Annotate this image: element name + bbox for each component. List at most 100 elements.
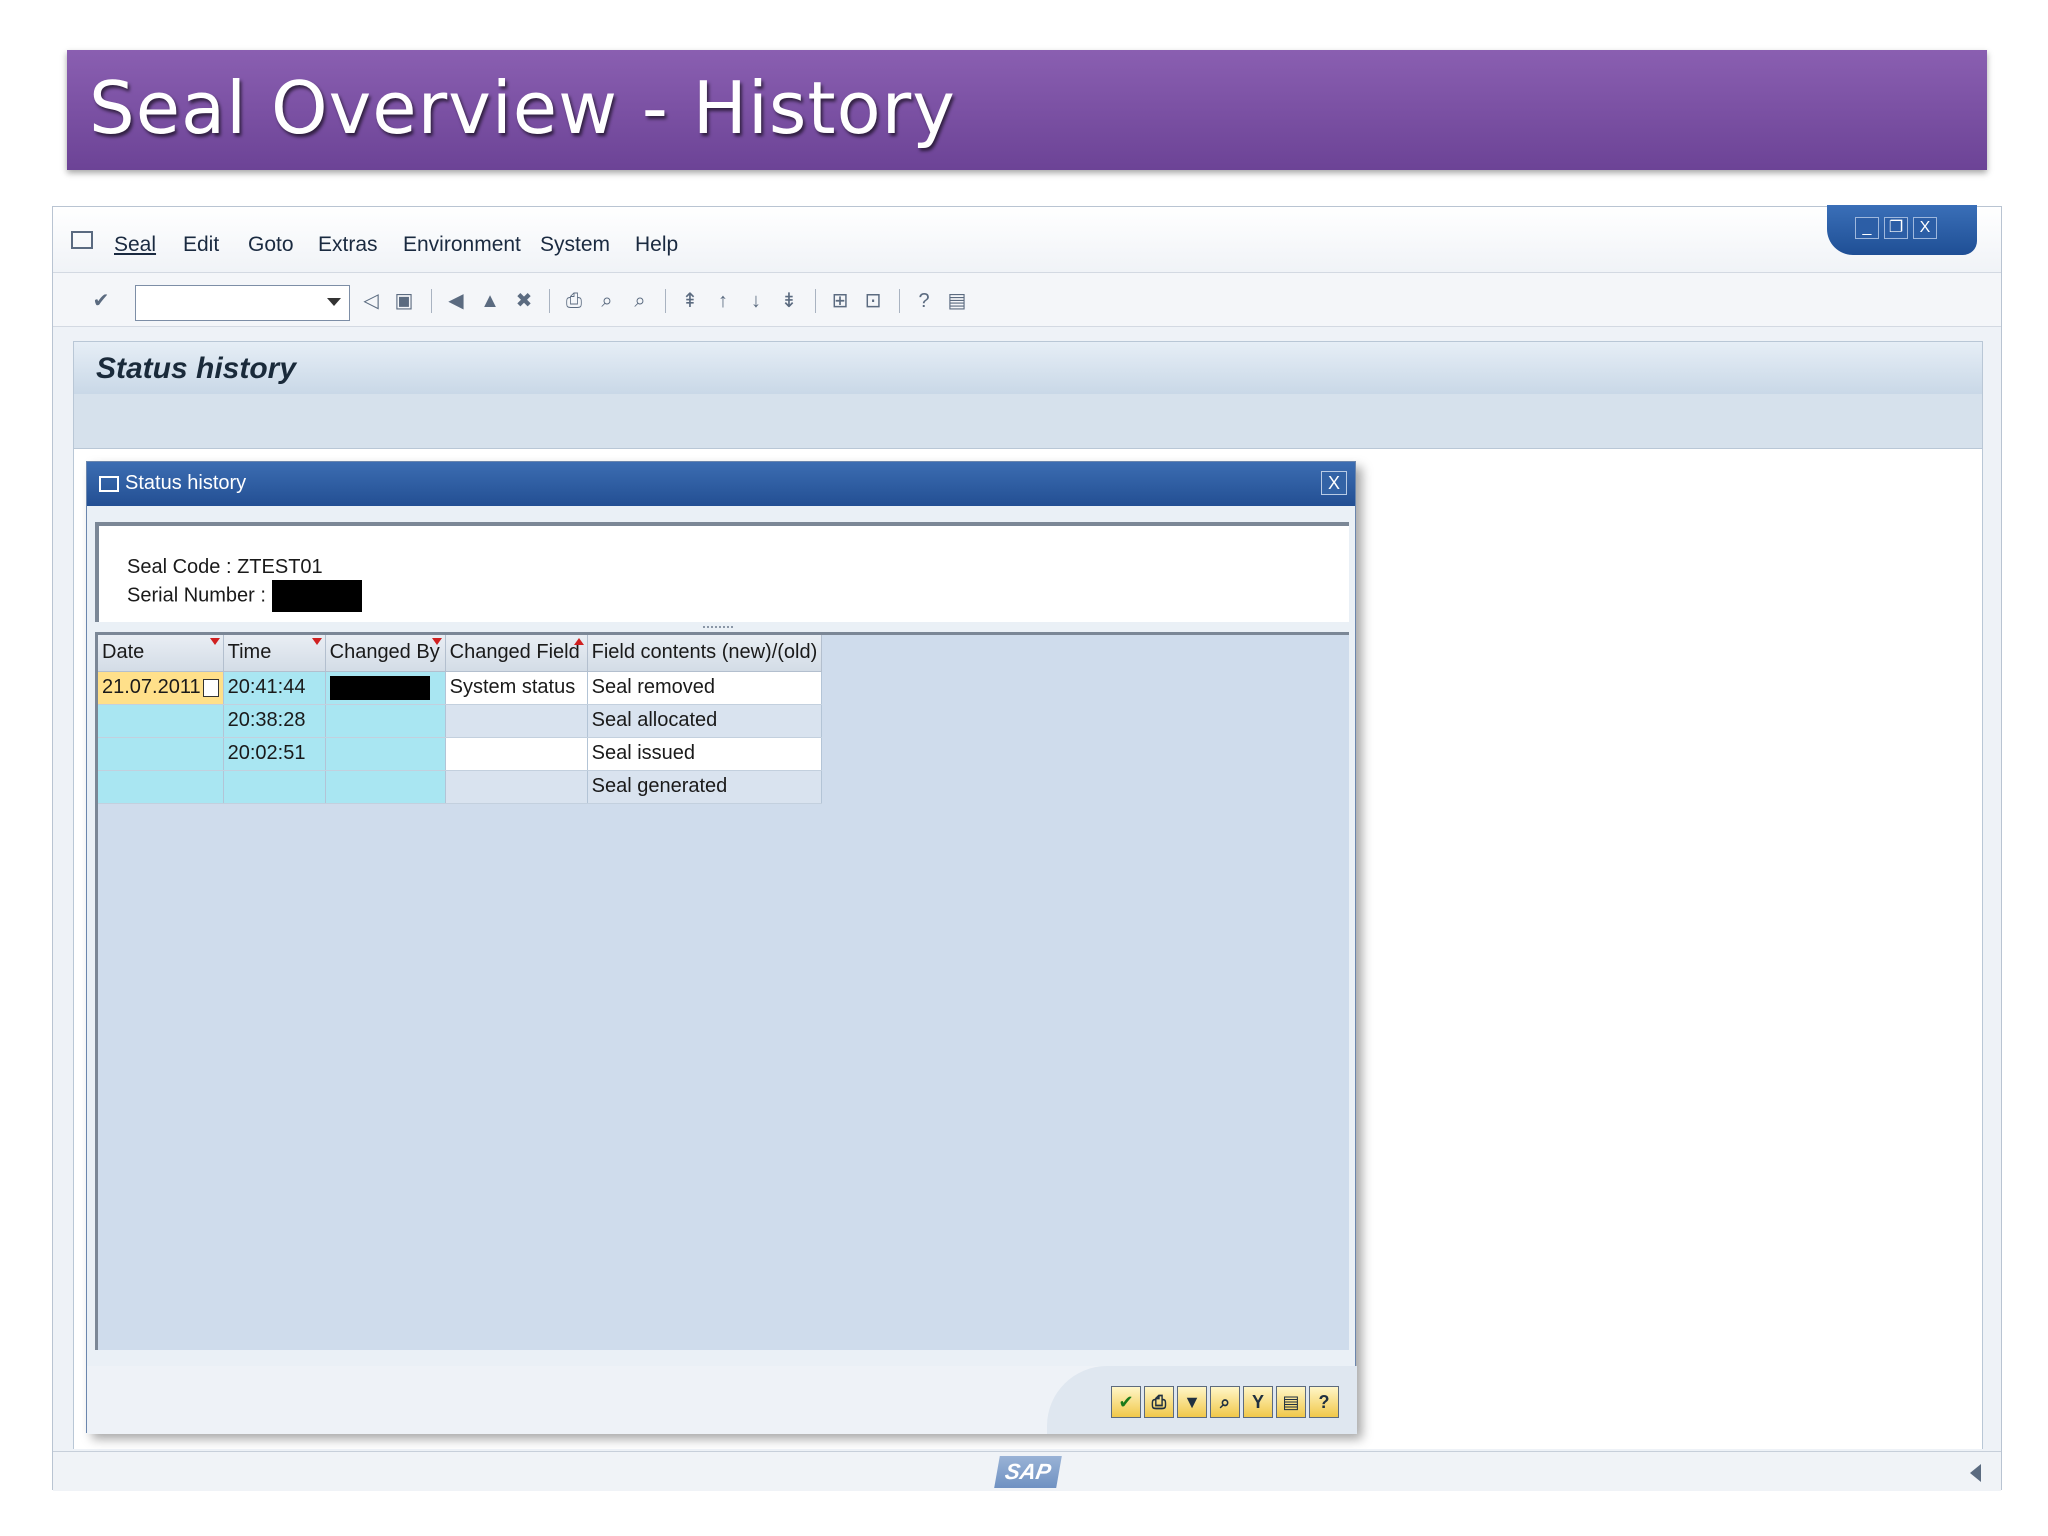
table-row[interactable]: 20:02:51 Seal issued xyxy=(98,737,823,771)
screen-title: Status history xyxy=(96,352,297,385)
print-icon[interactable]: ⎙ xyxy=(563,290,585,312)
shortcut-icon[interactable]: ⊡ xyxy=(862,290,884,312)
menu-edit[interactable]: Edit xyxy=(183,233,219,257)
first-page-icon[interactable]: ⇞ xyxy=(679,290,701,312)
seal-code-value: ZTEST01 xyxy=(237,556,323,578)
find-icon[interactable]: ⌕ xyxy=(596,290,618,312)
toolbar-divider xyxy=(549,289,550,313)
save-icon[interactable]: ▣ xyxy=(393,290,415,312)
cancel-icon[interactable]: ✖ xyxy=(513,290,535,312)
cell-changed-field[interactable] xyxy=(445,770,588,804)
exit-icon[interactable]: ▲ xyxy=(479,290,501,312)
dialog-menu-icon[interactable] xyxy=(99,476,119,492)
dialog-title: Status history xyxy=(125,472,247,494)
next-page-icon[interactable]: ↓ xyxy=(745,290,767,312)
cell-changed-by[interactable] xyxy=(325,704,446,738)
table-row[interactable]: 20:38:28 Seal allocated xyxy=(98,704,823,738)
table-row[interactable]: Seal generated xyxy=(98,770,823,804)
layout-menu-icon[interactable]: ▤ xyxy=(946,290,968,312)
status-bar: SAP xyxy=(53,1451,2001,1491)
find-icon[interactable]: ⌕ xyxy=(1210,1386,1240,1418)
dialog-close-button[interactable]: X xyxy=(1321,471,1347,495)
status-history-dialog: Status history X Seal Code : ZTEST01 Ser… xyxy=(86,461,1357,1434)
slide-title: Seal Overview - History xyxy=(89,66,956,150)
menu-seal[interactable]: Seal xyxy=(114,233,156,257)
cell-changed-by[interactable] xyxy=(325,737,446,771)
back-icon[interactable]: ◀ xyxy=(445,290,467,312)
sort-down-icon xyxy=(311,638,322,645)
col-date-label: Date xyxy=(102,641,145,664)
cell-time[interactable] xyxy=(223,770,326,804)
col-changed-field-label: Changed Field xyxy=(449,641,580,664)
col-changed-field[interactable]: Changed Field xyxy=(445,635,588,672)
restore-button[interactable]: ❐ xyxy=(1884,217,1908,239)
cell-changed-by[interactable] xyxy=(325,770,446,804)
new-session-icon[interactable]: ⊞ xyxy=(829,290,851,312)
sort-up-icon xyxy=(573,638,584,645)
minimize-button[interactable]: _ xyxy=(1855,217,1879,239)
col-field-contents-label: Field contents (new)/(old) xyxy=(591,641,818,664)
cell-changed-field[interactable]: System status xyxy=(445,671,588,705)
cell-field-contents[interactable]: Seal removed xyxy=(587,671,823,705)
seal-code-line: Seal Code : ZTEST01 xyxy=(127,556,323,579)
value-help-icon[interactable] xyxy=(202,678,219,697)
cell-changed-field[interactable] xyxy=(445,704,588,738)
filter-icon[interactable]: Y xyxy=(1243,1386,1273,1418)
cell-date[interactable] xyxy=(98,737,224,771)
standard-toolbar: ✔ ◁ ▣ ◀ ▲ ✖ ⎙ ⌕ ⌕ ⇞ ↑ ↓ ⇟ ⊞ ⊡ ? ▤ xyxy=(53,273,2001,327)
continue-check-icon[interactable]: ✔ xyxy=(1111,1386,1141,1418)
menu-goto[interactable]: Goto xyxy=(248,233,294,257)
col-time[interactable]: Time xyxy=(223,635,326,672)
sort-down-icon xyxy=(209,638,220,645)
cell-time[interactable]: 20:41:44 xyxy=(223,671,326,705)
dialog-titlebar: Status history X xyxy=(87,462,1355,506)
export-icon[interactable]: ▤ xyxy=(1276,1386,1306,1418)
menu-help[interactable]: Help xyxy=(635,233,678,257)
col-date[interactable]: Date xyxy=(98,635,224,672)
previous-page-icon[interactable]: ↑ xyxy=(712,290,734,312)
sort-icon[interactable]: ▼ xyxy=(1177,1386,1207,1418)
slide-banner: Seal Overview - History xyxy=(67,50,1987,170)
menu-bar: Seal Edit Goto Extras Environment System… xyxy=(53,207,2001,273)
cell-date[interactable] xyxy=(98,704,224,738)
seal-code-label: Seal Code : xyxy=(127,556,238,578)
status-expand-icon[interactable] xyxy=(1970,1464,1981,1482)
cell-date[interactable] xyxy=(98,770,224,804)
help-icon[interactable]: ? xyxy=(1309,1386,1339,1418)
collapse-icon[interactable]: ◁ xyxy=(360,290,382,312)
command-field[interactable] xyxy=(135,285,350,321)
serial-number-label: Serial Number : xyxy=(127,584,272,607)
help-icon[interactable]: ? xyxy=(913,290,935,312)
cell-time[interactable]: 20:02:51 xyxy=(223,737,326,771)
menu-extras[interactable]: Extras xyxy=(318,233,378,257)
chevron-down-icon[interactable] xyxy=(327,298,341,306)
window-close-button[interactable]: X xyxy=(1913,217,1937,239)
cell-changed-by[interactable] xyxy=(325,671,446,705)
cell-date[interactable]: 21.07.2011 xyxy=(98,671,224,705)
history-grid: Date Time Changed By Changed Field Field… xyxy=(98,635,823,804)
table-row[interactable]: 21.07.2011 20:41:44 System status Seal r… xyxy=(98,671,823,705)
col-changed-by[interactable]: Changed By xyxy=(325,635,446,672)
cell-date-value: 21.07.2011 xyxy=(102,676,201,698)
menu-system[interactable]: System xyxy=(540,233,610,257)
menu-system-icon[interactable] xyxy=(71,231,93,249)
cell-field-contents[interactable]: Seal allocated xyxy=(587,704,823,738)
cell-field-contents[interactable]: Seal issued xyxy=(587,737,823,771)
print-icon[interactable]: ⎙ xyxy=(1144,1386,1174,1418)
col-field-contents[interactable]: Field contents (new)/(old) xyxy=(587,635,823,672)
splitter-handle[interactable] xyxy=(703,626,733,629)
history-grid-area: Date Time Changed By Changed Field Field… xyxy=(95,632,1349,1350)
find-next-icon[interactable]: ⌕ xyxy=(629,290,651,312)
cell-field-contents[interactable]: Seal generated xyxy=(587,770,823,804)
window-controls: _ ❐ X xyxy=(1827,205,1977,255)
sort-down-icon xyxy=(431,638,442,645)
redacted-user xyxy=(329,675,430,700)
cell-changed-field[interactable] xyxy=(445,737,588,771)
col-time-label: Time xyxy=(227,641,272,664)
screen-title-area: Status history xyxy=(73,341,1983,449)
enter-icon[interactable]: ✔ xyxy=(90,290,112,312)
cell-time[interactable]: 20:38:28 xyxy=(223,704,326,738)
toolbar-divider xyxy=(899,289,900,313)
menu-environment[interactable]: Environment xyxy=(403,233,521,257)
last-page-icon[interactable]: ⇟ xyxy=(778,290,800,312)
